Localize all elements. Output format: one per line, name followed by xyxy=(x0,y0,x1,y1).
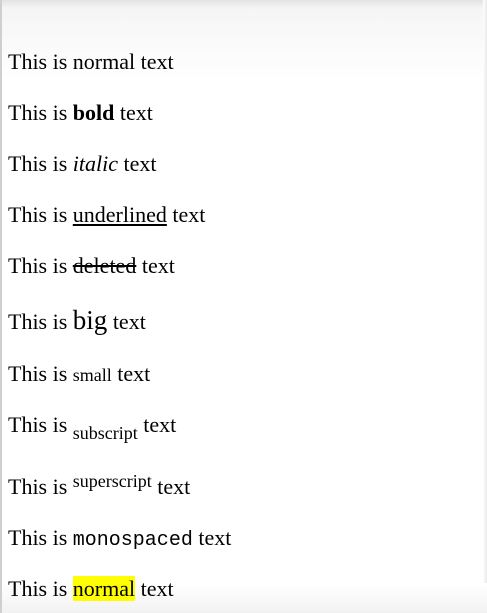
big-word: big xyxy=(72,305,108,335)
deleted-word: deleted xyxy=(72,253,137,278)
line-prefix: This is xyxy=(8,361,73,386)
line-big: This is big text xyxy=(8,307,146,334)
line-prefix: This is xyxy=(8,49,73,74)
line-prefix: This is xyxy=(8,151,73,176)
line-prefix: This is xyxy=(8,202,73,227)
line-suffix: text xyxy=(192,525,232,550)
line-suffix: text xyxy=(136,253,175,278)
normal-word: normal xyxy=(72,49,136,74)
window-left-edge xyxy=(0,0,2,613)
superscript-word: superscript xyxy=(72,471,152,491)
line-prefix: This is xyxy=(8,100,73,125)
line-prefix: This is xyxy=(8,412,73,437)
line-suffix: text xyxy=(118,151,157,176)
line-suffix: text xyxy=(111,361,151,386)
line-prefix: This is xyxy=(8,253,73,278)
line-small: This is small text xyxy=(8,363,150,385)
window-right-edge xyxy=(483,0,487,613)
underlined-word: underlined xyxy=(72,202,167,227)
line-suffix: text xyxy=(135,49,174,74)
bold-word: bold xyxy=(72,100,115,125)
line-suffix: text xyxy=(114,100,153,125)
line-superscript: This is superscript text xyxy=(8,472,190,498)
subscript-word: subscript xyxy=(72,423,138,443)
line-deleted: This is deleted text xyxy=(8,255,175,277)
line-suffix: text xyxy=(135,576,174,601)
monospaced-word: monospaced xyxy=(72,529,193,552)
line-prefix: This is xyxy=(8,576,73,601)
line-highlighted: This is normal text xyxy=(8,576,174,601)
line-monospaced: This is monospaced text xyxy=(8,527,231,551)
highlighted-word: normal xyxy=(72,576,136,601)
italic-word: italic xyxy=(72,151,119,176)
line-prefix: This is xyxy=(8,474,73,499)
line-suffix: text xyxy=(137,412,177,437)
line-suffix: text xyxy=(166,202,206,227)
line-normal: This is normal text xyxy=(8,51,174,73)
line-italic: This is italic text xyxy=(8,153,157,175)
line-bold: This is bold text xyxy=(8,102,153,124)
line-suffix: text xyxy=(107,309,146,334)
line-suffix: text xyxy=(151,474,191,499)
line-prefix: This is xyxy=(8,525,73,550)
line-prefix: This is xyxy=(8,309,73,334)
small-word: small xyxy=(72,365,112,385)
line-underlined: This is underlined text xyxy=(8,204,205,226)
line-subscript: This is subscript text xyxy=(8,412,177,443)
